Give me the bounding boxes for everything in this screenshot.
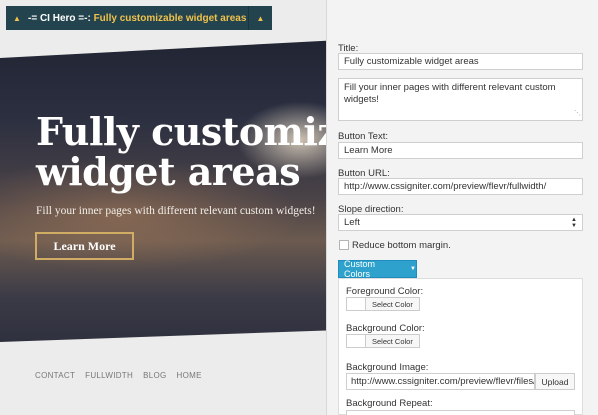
widget-header-title: -= CI Hero =-: Fully customizable widget… — [28, 13, 248, 24]
learn-more-button[interactable]: Learn More — [35, 232, 134, 260]
text-textarea[interactable]: Fill your inner pages with different rel… — [338, 78, 583, 121]
widget-header-name: Fully customizable widget areas — [93, 12, 247, 24]
background-image-label: Background Image: — [346, 362, 429, 373]
custom-colors-button[interactable]: Custom Colors ▼ — [338, 259, 417, 279]
text-textarea-value: Fill your inner pages with different rel… — [344, 82, 556, 105]
background-image-input[interactable]: http://www.cssigniter.com/preview/flevr/… — [346, 373, 535, 390]
footer-nav: CONTACT FULLWIDTH BLOG HOME — [35, 371, 202, 380]
footer-link-home[interactable]: HOME — [177, 371, 202, 380]
button-text-label: Button Text: — [338, 131, 388, 142]
reduce-margin-label: Reduce bottom margin. — [352, 240, 451, 251]
hero-subtitle: Fill your inner pages with different rel… — [36, 205, 316, 217]
foreground-select-color-button[interactable]: Select Color — [366, 297, 420, 311]
triangle-up-icon: ▲ — [13, 13, 21, 23]
foreground-swatch[interactable] — [346, 297, 366, 311]
widget-header-prefix: -= CI Hero =-: — [28, 12, 91, 24]
background-swatch[interactable] — [346, 334, 366, 348]
background-color-label: Background Color: — [346, 323, 425, 334]
reduce-margin-checkbox[interactable] — [339, 240, 349, 250]
hero-title-line-1: Fully customizable — [36, 109, 326, 154]
triangle-down-icon: ▼ — [410, 266, 416, 272]
footer-link-fullwidth[interactable]: FULLWIDTH — [85, 371, 133, 380]
background-repeat-select[interactable] — [346, 410, 575, 415]
background-select-color-button[interactable]: Select Color — [366, 334, 420, 348]
up-down-arrows-icon: ▲ ▼ — [571, 217, 577, 229]
slope-direction-select[interactable]: Left ▲ ▼ — [338, 214, 583, 231]
slope-direction-value: Left — [344, 217, 360, 228]
triangle-up-icon: ▲ — [256, 13, 265, 23]
button-text-input[interactable]: Learn More — [338, 142, 583, 159]
widget-toggle-button[interactable]: ▲ — [248, 6, 272, 30]
foreground-color-picker[interactable]: Select Color — [346, 297, 420, 311]
background-repeat-label: Background Repeat: — [346, 398, 433, 409]
button-url-input[interactable]: http://www.cssigniter.com/preview/flevr/… — [338, 178, 583, 195]
hero-title: Fully customizable widget areas — [36, 112, 326, 192]
title-input[interactable]: Fully customizable widget areas — [338, 53, 583, 70]
site-preview: Fully customizable widget areas Fill you… — [0, 0, 326, 415]
footer-link-blog[interactable]: BLOG — [143, 371, 166, 380]
hero-title-line-2: widget areas — [36, 149, 301, 194]
background-color-picker[interactable]: Select Color — [346, 334, 420, 348]
footer-link-contact[interactable]: CONTACT — [35, 371, 75, 380]
custom-colors-label: Custom Colors — [344, 259, 376, 279]
widget-header[interactable]: ▲ -= CI Hero =-: Fully customizable widg… — [6, 6, 272, 30]
foreground-color-label: Foreground Color: — [346, 286, 424, 297]
resize-grip-icon[interactable]: ⋱ — [574, 108, 581, 120]
upload-button[interactable]: Upload — [535, 373, 575, 390]
